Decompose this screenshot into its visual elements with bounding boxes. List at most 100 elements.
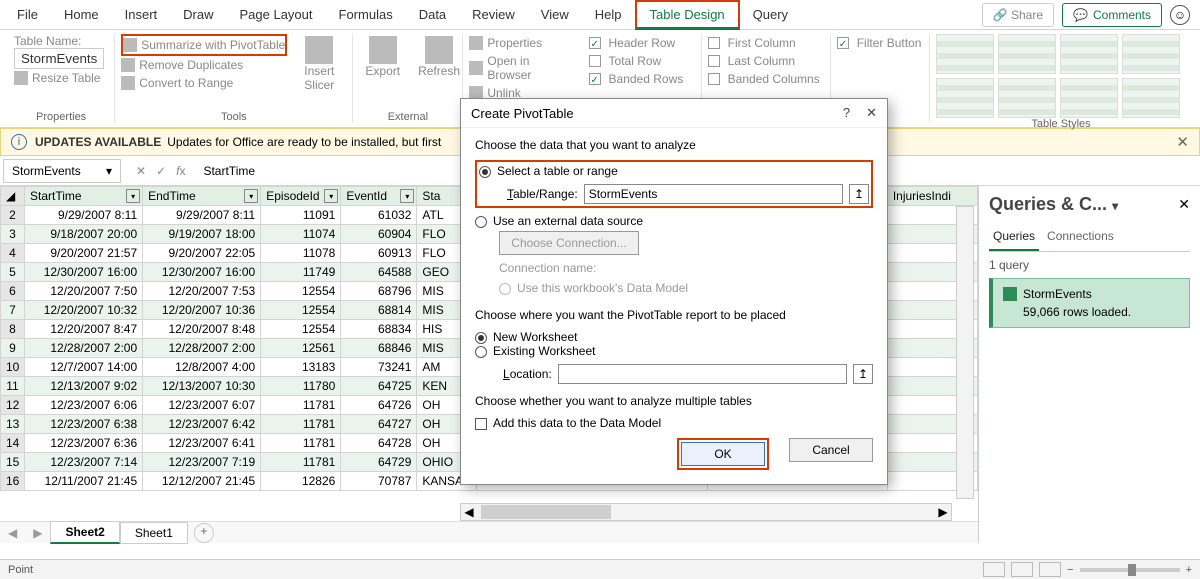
filter-dropdown-icon[interactable]: ▾ (324, 189, 338, 203)
row-header[interactable]: 4 (1, 244, 25, 263)
ext-properties-button[interactable]: Properties (469, 34, 576, 52)
col-starttime[interactable]: StartTime▾ (25, 187, 143, 206)
remove-duplicates-button[interactable]: Remove Duplicates (121, 56, 287, 74)
tab-home[interactable]: Home (51, 2, 112, 27)
row-header[interactable]: 5 (1, 263, 25, 282)
export-button[interactable]: Export (359, 34, 406, 80)
total-row-check[interactable]: Total Row (589, 52, 695, 70)
row-header[interactable]: 14 (1, 434, 25, 453)
comments-button[interactable]: 💬Comments (1062, 3, 1162, 27)
view-pagebreak-button[interactable] (1039, 562, 1061, 577)
scroll-right-icon[interactable]: ▶ (935, 505, 951, 519)
sheet-nav-prev[interactable]: ◀ (0, 526, 25, 540)
insert-slicer-button[interactable]: Insert Slicer (293, 34, 345, 94)
connections-tab[interactable]: Connections (1043, 225, 1118, 251)
row-header[interactable]: 12 (1, 396, 25, 415)
name-box[interactable]: StormEvents▾ (3, 159, 121, 183)
row-header[interactable]: 15 (1, 453, 25, 472)
select-table-radio[interactable]: Select a table or range (479, 164, 869, 178)
row-header[interactable]: 6 (1, 282, 25, 301)
existing-worksheet-radio[interactable]: Existing Worksheet (475, 344, 873, 358)
row-header[interactable]: 11 (1, 377, 25, 396)
scroll-left-icon[interactable]: ◀ (461, 505, 477, 519)
smiley-feedback-icon[interactable]: ☺ (1170, 5, 1190, 25)
style-swatch[interactable] (1122, 78, 1180, 118)
banded-rows-check[interactable]: Banded Rows (589, 70, 695, 88)
dialog-help-button[interactable]: ? (843, 105, 850, 121)
col-eventid[interactable]: EventId▾ (341, 187, 417, 206)
row-header[interactable]: 7 (1, 301, 25, 320)
refresh-button[interactable]: Refresh (412, 34, 466, 80)
summarize-pivottable-button[interactable]: Summarize with PivotTable (121, 34, 287, 56)
zoom-out-button[interactable]: − (1067, 564, 1073, 576)
style-swatch[interactable] (1122, 34, 1180, 74)
tab-help[interactable]: Help (582, 2, 635, 27)
row-header[interactable]: 13 (1, 415, 25, 434)
range-picker-button[interactable]: ↥ (849, 184, 869, 204)
style-swatch[interactable] (998, 34, 1056, 74)
tab-pagelayout[interactable]: Page Layout (227, 2, 326, 27)
location-input[interactable] (558, 364, 847, 384)
chevron-down-icon[interactable]: ▾ (1112, 199, 1118, 213)
zoom-knob[interactable] (1128, 564, 1136, 576)
updates-close-button[interactable]: ✕ (1176, 133, 1189, 151)
table-range-input[interactable] (584, 184, 843, 204)
external-source-radio[interactable]: Use an external data source (475, 214, 873, 228)
location-picker-button[interactable]: ↥ (853, 364, 873, 384)
table-name-input[interactable] (14, 48, 104, 69)
tab-insert[interactable]: Insert (112, 2, 171, 27)
tab-view[interactable]: View (528, 2, 582, 27)
banded-cols-check[interactable]: Banded Columns (708, 70, 824, 88)
style-swatch[interactable] (1060, 34, 1118, 74)
filter-dropdown-icon[interactable]: ▾ (244, 189, 258, 203)
horizontal-scrollbar[interactable]: ◀▶ (460, 503, 952, 521)
add-datamodel-checkbox[interactable]: Add this data to the Data Model (475, 416, 873, 430)
row-header[interactable]: 9 (1, 339, 25, 358)
select-all[interactable]: ◢ (1, 187, 25, 206)
choose-connection-button[interactable]: Choose Connection... (499, 231, 639, 255)
filter-dropdown-icon[interactable]: ▾ (126, 189, 140, 203)
tab-data[interactable]: Data (406, 2, 459, 27)
accept-formula-icon[interactable]: ✓ (156, 164, 166, 178)
style-swatch[interactable] (936, 78, 994, 118)
sheet-tab-sheet2[interactable]: Sheet2 (50, 521, 119, 544)
resize-table-button[interactable]: Resize Table (14, 69, 108, 87)
table-styles-gallery[interactable] (936, 34, 1186, 118)
tab-formulas[interactable]: Formulas (326, 2, 406, 27)
row-header[interactable]: 10 (1, 358, 25, 377)
open-browser-button[interactable]: Open in Browser (469, 52, 576, 84)
col-endtime[interactable]: EndTime▾ (143, 187, 261, 206)
header-row-check[interactable]: Header Row (589, 34, 695, 52)
queries-tab[interactable]: Queries (989, 225, 1039, 251)
fx-icon[interactable]: fx (176, 164, 185, 178)
filter-button-check[interactable]: Filter Button (837, 34, 923, 52)
tab-query[interactable]: Query (740, 2, 801, 27)
tab-review[interactable]: Review (459, 2, 528, 27)
add-sheet-button[interactable]: + (194, 523, 214, 543)
new-worksheet-radio[interactable]: New Worksheet (475, 330, 873, 344)
query-item[interactable]: StormEvents 59,066 rows loaded. (989, 278, 1190, 328)
convert-range-button[interactable]: Convert to Range (121, 74, 287, 92)
dialog-close-button[interactable]: ✕ (866, 105, 877, 121)
tab-draw[interactable]: Draw (170, 2, 226, 27)
sheet-nav-next[interactable]: ▶ (25, 526, 50, 540)
use-datamodel-radio[interactable]: Use this workbook's Data Model (499, 278, 873, 298)
zoom-in-button[interactable]: + (1186, 564, 1192, 576)
tab-tabledesign[interactable]: Table Design (635, 0, 740, 30)
row-header[interactable]: 2 (1, 206, 25, 225)
style-swatch[interactable] (1060, 78, 1118, 118)
cancel-button[interactable]: Cancel (789, 438, 873, 462)
row-header[interactable]: 3 (1, 225, 25, 244)
view-normal-button[interactable] (983, 562, 1005, 577)
col-injuries[interactable]: InjuriesIndi (887, 187, 977, 206)
tab-file[interactable]: File (4, 2, 51, 27)
first-col-check[interactable]: First Column (708, 34, 824, 52)
ok-button[interactable]: OK (681, 442, 765, 466)
view-pagelayout-button[interactable] (1011, 562, 1033, 577)
col-episodeid[interactable]: EpisodeId▾ (261, 187, 341, 206)
scroll-thumb[interactable] (481, 505, 611, 519)
queries-close-button[interactable]: ✕ (1178, 196, 1190, 213)
style-swatch[interactable] (998, 78, 1056, 118)
filter-dropdown-icon[interactable]: ▾ (400, 189, 414, 203)
row-header[interactable]: 8 (1, 320, 25, 339)
